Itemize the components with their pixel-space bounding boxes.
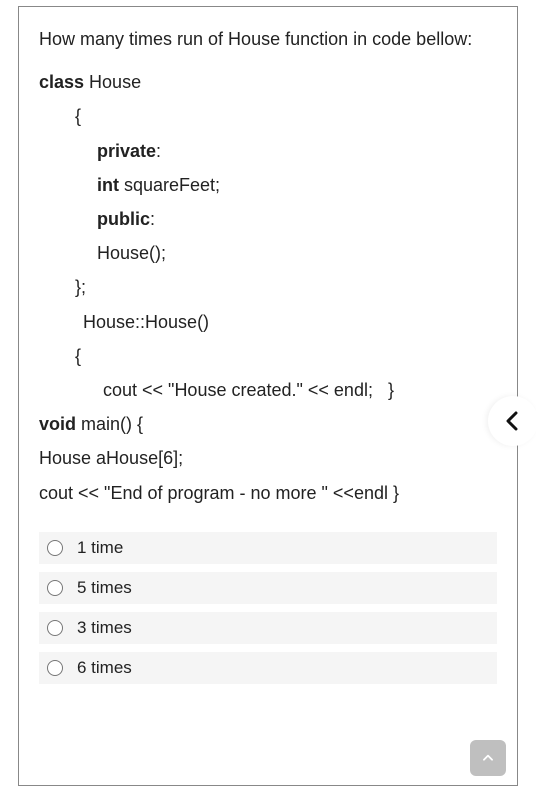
radio-icon: [47, 540, 63, 556]
keyword-private: private: [97, 141, 156, 161]
code-line: void main() {: [39, 407, 497, 441]
code-line: House::House(): [39, 305, 497, 339]
code-line: House aHouse[6];: [39, 441, 497, 475]
prev-arrow-button[interactable]: [488, 396, 536, 446]
radio-icon: [47, 660, 63, 676]
keyword-void: void: [39, 414, 76, 434]
code-line: };: [39, 270, 497, 304]
option-3[interactable]: 3 times: [39, 612, 497, 644]
code-line: private:: [39, 134, 497, 168]
code-line: class House: [39, 65, 497, 99]
option-1[interactable]: 1 time: [39, 532, 497, 564]
code-line: {: [39, 99, 497, 133]
option-label: 1 time: [77, 538, 123, 558]
option-label: 3 times: [77, 618, 132, 638]
keyword-int: int: [97, 175, 119, 195]
question-card: How many times run of House function in …: [18, 6, 518, 786]
code-line: cout << "End of program - no more " <<en…: [39, 476, 497, 510]
option-label: 6 times: [77, 658, 132, 678]
radio-icon: [47, 620, 63, 636]
code-line: House();: [39, 236, 497, 270]
option-label: 5 times: [77, 578, 132, 598]
options-group: 1 time 5 times 3 times 6 times: [39, 532, 497, 684]
code-text: :: [156, 141, 161, 161]
keyword-class: class: [39, 72, 84, 92]
chevron-left-icon: [501, 409, 525, 433]
option-2[interactable]: 5 times: [39, 572, 497, 604]
code-text: :: [150, 209, 155, 229]
code-line: int squareFeet;: [39, 168, 497, 202]
code-line: public:: [39, 202, 497, 236]
question-prompt: How many times run of House function in …: [39, 27, 497, 51]
option-4[interactable]: 6 times: [39, 652, 497, 684]
code-line: {: [39, 339, 497, 373]
code-text: squareFeet;: [119, 175, 220, 195]
code-line: cout << "House created." << endl; }: [39, 373, 497, 407]
keyword-public: public: [97, 209, 150, 229]
code-text: House: [84, 72, 141, 92]
code-block: class House { private: int squareFeet; p…: [39, 65, 497, 509]
radio-icon: [47, 580, 63, 596]
chevron-up-icon: [481, 751, 495, 765]
scroll-top-button[interactable]: [470, 740, 506, 776]
code-text: main() {: [76, 414, 143, 434]
